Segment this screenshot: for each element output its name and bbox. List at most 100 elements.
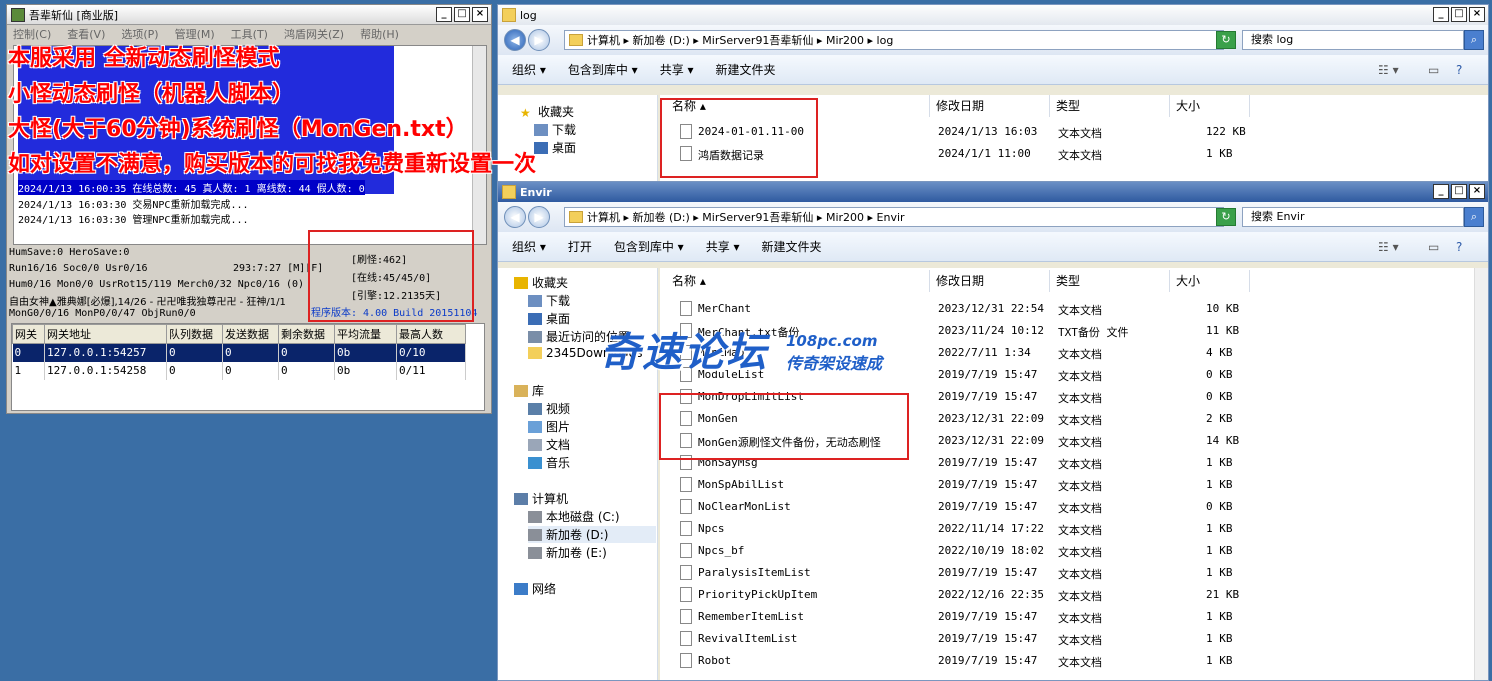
- organize-button[interactable]: 组织 ▾: [512, 61, 546, 78]
- col-address[interactable]: 网关地址: [44, 324, 167, 344]
- nav-item[interactable]: 图片: [528, 418, 656, 435]
- open-button[interactable]: 打开: [568, 238, 592, 255]
- crumb[interactable]: 计算机: [587, 32, 620, 48]
- crumb[interactable]: MirServer91吾辈斩仙: [702, 32, 813, 48]
- col-name[interactable]: 名称 ▴: [666, 270, 930, 292]
- file-row[interactable]: MerChant 2023/12/31 22:54 文本文档 10 KB: [660, 298, 1260, 320]
- maximize-button[interactable]: □: [1451, 7, 1467, 22]
- col-remaining[interactable]: 剩余数据: [278, 324, 335, 344]
- menu-gateway[interactable]: 鸿盾网关(Z): [284, 26, 344, 42]
- col-avg-flow[interactable]: 平均流量: [334, 324, 397, 344]
- nav-item[interactable]: 网络: [514, 580, 654, 597]
- m2server-titlebar[interactable]: 吾辈斩仙 [商业版] _ □ ×: [7, 5, 491, 25]
- minimize-button[interactable]: _: [1433, 184, 1449, 199]
- nav-item[interactable]: 新加卷 (D:): [528, 526, 656, 543]
- preview-pane-icon[interactable]: ▭: [1428, 240, 1439, 254]
- view-icon[interactable]: ☷ ▾: [1378, 240, 1399, 254]
- file-date: 2019/7/19 15:47: [938, 632, 1038, 645]
- new-folder-button[interactable]: 新建文件夹: [716, 61, 776, 78]
- view-icon[interactable]: ☷ ▾: [1378, 63, 1399, 77]
- nav-label: 图片: [546, 420, 571, 434]
- address-bar[interactable]: 计算机 ▸ 新加卷 (D:) ▸ MirServer91吾辈斩仙 ▸ Mir20…: [564, 207, 1224, 227]
- share-button[interactable]: 共享 ▾: [660, 61, 694, 78]
- server-log[interactable]: 2024/1/13 16:00:35 在线总数: 45 真人数: 1 离线数: …: [13, 45, 487, 245]
- search-input[interactable]: 搜索 Envir: [1242, 207, 1464, 227]
- nav-item[interactable]: 收藏夹: [514, 274, 654, 291]
- file-list-scrollbar[interactable]: [1474, 268, 1488, 680]
- crumb[interactable]: 新加卷 (D:): [633, 209, 690, 225]
- col-queue[interactable]: 队列数据: [166, 324, 223, 344]
- table-row[interactable]: 1 127.0.0.1:54258 0 0 0 0b 0/11: [12, 361, 466, 380]
- include-library-button[interactable]: 包含到库中 ▾: [568, 61, 638, 78]
- nav-item[interactable]: 本地磁盘 (C:): [528, 508, 656, 525]
- menu-help[interactable]: 帮助(H): [360, 26, 399, 42]
- refresh-icon[interactable]: ↻: [1216, 31, 1236, 49]
- preview-pane-icon[interactable]: ▭: [1428, 63, 1439, 77]
- close-button[interactable]: ×: [1469, 7, 1485, 22]
- forward-arrow-icon[interactable]: ▶: [528, 206, 550, 228]
- search-icon[interactable]: ⌕: [1464, 207, 1484, 227]
- file-row[interactable]: RememberItemList 2019/7/19 15:47 文本文档 1 KB: [660, 606, 1260, 628]
- close-button[interactable]: ×: [472, 7, 488, 22]
- file-size: 0 KB: [1206, 390, 1233, 403]
- file-row[interactable]: RevivalItemList 2019/7/19 15:47 文本文档 1 KB: [660, 628, 1260, 650]
- col-type[interactable]: 类型: [1050, 95, 1170, 117]
- help-icon[interactable]: ?: [1456, 63, 1462, 77]
- nav-downloads[interactable]: 下载: [534, 121, 576, 138]
- minimize-button[interactable]: _: [1433, 7, 1449, 22]
- file-row[interactable]: Npcs_bf 2022/10/19 18:02 文本文档 1 KB: [660, 540, 1260, 562]
- back-arrow-icon[interactable]: ◀: [504, 206, 526, 228]
- col-date[interactable]: 修改日期: [930, 95, 1050, 117]
- minimize-button[interactable]: _: [436, 7, 452, 22]
- refresh-icon[interactable]: ↻: [1216, 208, 1236, 226]
- search-icon[interactable]: ⌕: [1464, 30, 1484, 50]
- nav-item[interactable]: 视频: [528, 400, 656, 417]
- help-icon[interactable]: ?: [1456, 240, 1462, 254]
- envir-titlebar[interactable]: Envir _ □ ×: [498, 182, 1488, 202]
- crumb[interactable]: 计算机: [587, 209, 620, 225]
- nav-item[interactable]: 下载: [528, 292, 656, 309]
- maximize-button[interactable]: □: [454, 7, 470, 22]
- address-bar[interactable]: 计算机 ▸ 新加卷 (D:) ▸ MirServer91吾辈斩仙 ▸ Mir20…: [564, 30, 1224, 50]
- log-scrollbar[interactable]: [472, 46, 486, 244]
- col-size[interactable]: 大小: [1170, 95, 1250, 117]
- crumb[interactable]: 新加卷 (D:): [633, 32, 690, 48]
- file-row[interactable]: NoClearMonList 2019/7/19 15:47 文本文档 0 KB: [660, 496, 1260, 518]
- crumb[interactable]: Envir: [877, 211, 905, 224]
- share-button[interactable]: 共享 ▾: [706, 238, 740, 255]
- file-row[interactable]: MonSpAbilList 2019/7/19 15:47 文本文档 1 KB: [660, 474, 1260, 496]
- file-name: RememberItemList: [698, 610, 804, 623]
- table-row[interactable]: 0 127.0.0.1:54257 0 0 0 0b 0/10: [12, 343, 466, 362]
- maximize-button[interactable]: □: [1451, 184, 1467, 199]
- nav-item[interactable]: 库: [514, 382, 654, 399]
- col-max-users[interactable]: 最高人数: [396, 324, 466, 344]
- col-date[interactable]: 修改日期: [930, 270, 1050, 292]
- nav-item[interactable]: 新加卷 (E:): [528, 544, 656, 561]
- file-row[interactable]: Npcs 2022/11/14 17:22 文本文档 1 KB: [660, 518, 1260, 540]
- new-folder-button[interactable]: 新建文件夹: [762, 238, 822, 255]
- crumb[interactable]: Mir200: [826, 34, 864, 47]
- search-input[interactable]: 搜索 log: [1242, 30, 1464, 50]
- col-sent[interactable]: 发送数据: [222, 324, 279, 344]
- nav-desktop[interactable]: 桌面: [534, 139, 576, 156]
- crumb[interactable]: log: [877, 34, 894, 47]
- file-row[interactable]: ParalysisItemList 2019/7/19 15:47 文本文档 1 KB: [660, 562, 1260, 584]
- status-map: 自由女神▲雅典娜[必爆],14/26 - 卍卍唯我独尊卍卍 - 狂神/1/1: [9, 297, 286, 308]
- crumb[interactable]: Mir200: [826, 211, 864, 224]
- nav-item[interactable]: 计算机: [514, 490, 654, 507]
- crumb[interactable]: MirServer91吾辈斩仙: [702, 209, 813, 225]
- back-arrow-icon[interactable]: ◀: [504, 29, 526, 51]
- nav-item[interactable]: 音乐: [528, 454, 656, 471]
- include-library-button[interactable]: 包含到库中 ▾: [614, 238, 684, 255]
- nav-item[interactable]: 文档: [528, 436, 656, 453]
- log-titlebar[interactable]: log _ □ ×: [498, 5, 1488, 25]
- col-type[interactable]: 类型: [1050, 270, 1170, 292]
- col-gate[interactable]: 网关: [12, 324, 45, 344]
- nav-favorites[interactable]: ★ 收藏夹: [520, 103, 574, 120]
- close-button[interactable]: ×: [1469, 184, 1485, 199]
- col-size[interactable]: 大小: [1170, 270, 1250, 292]
- forward-arrow-icon[interactable]: ▶: [528, 29, 550, 51]
- organize-button[interactable]: 组织 ▾: [512, 238, 546, 255]
- file-row[interactable]: PriorityPickUpItem 2022/12/16 22:35 文本文档 21…: [660, 584, 1260, 606]
- file-row[interactable]: Robot 2019/7/19 15:47 文本文档 1 KB: [660, 650, 1260, 672]
